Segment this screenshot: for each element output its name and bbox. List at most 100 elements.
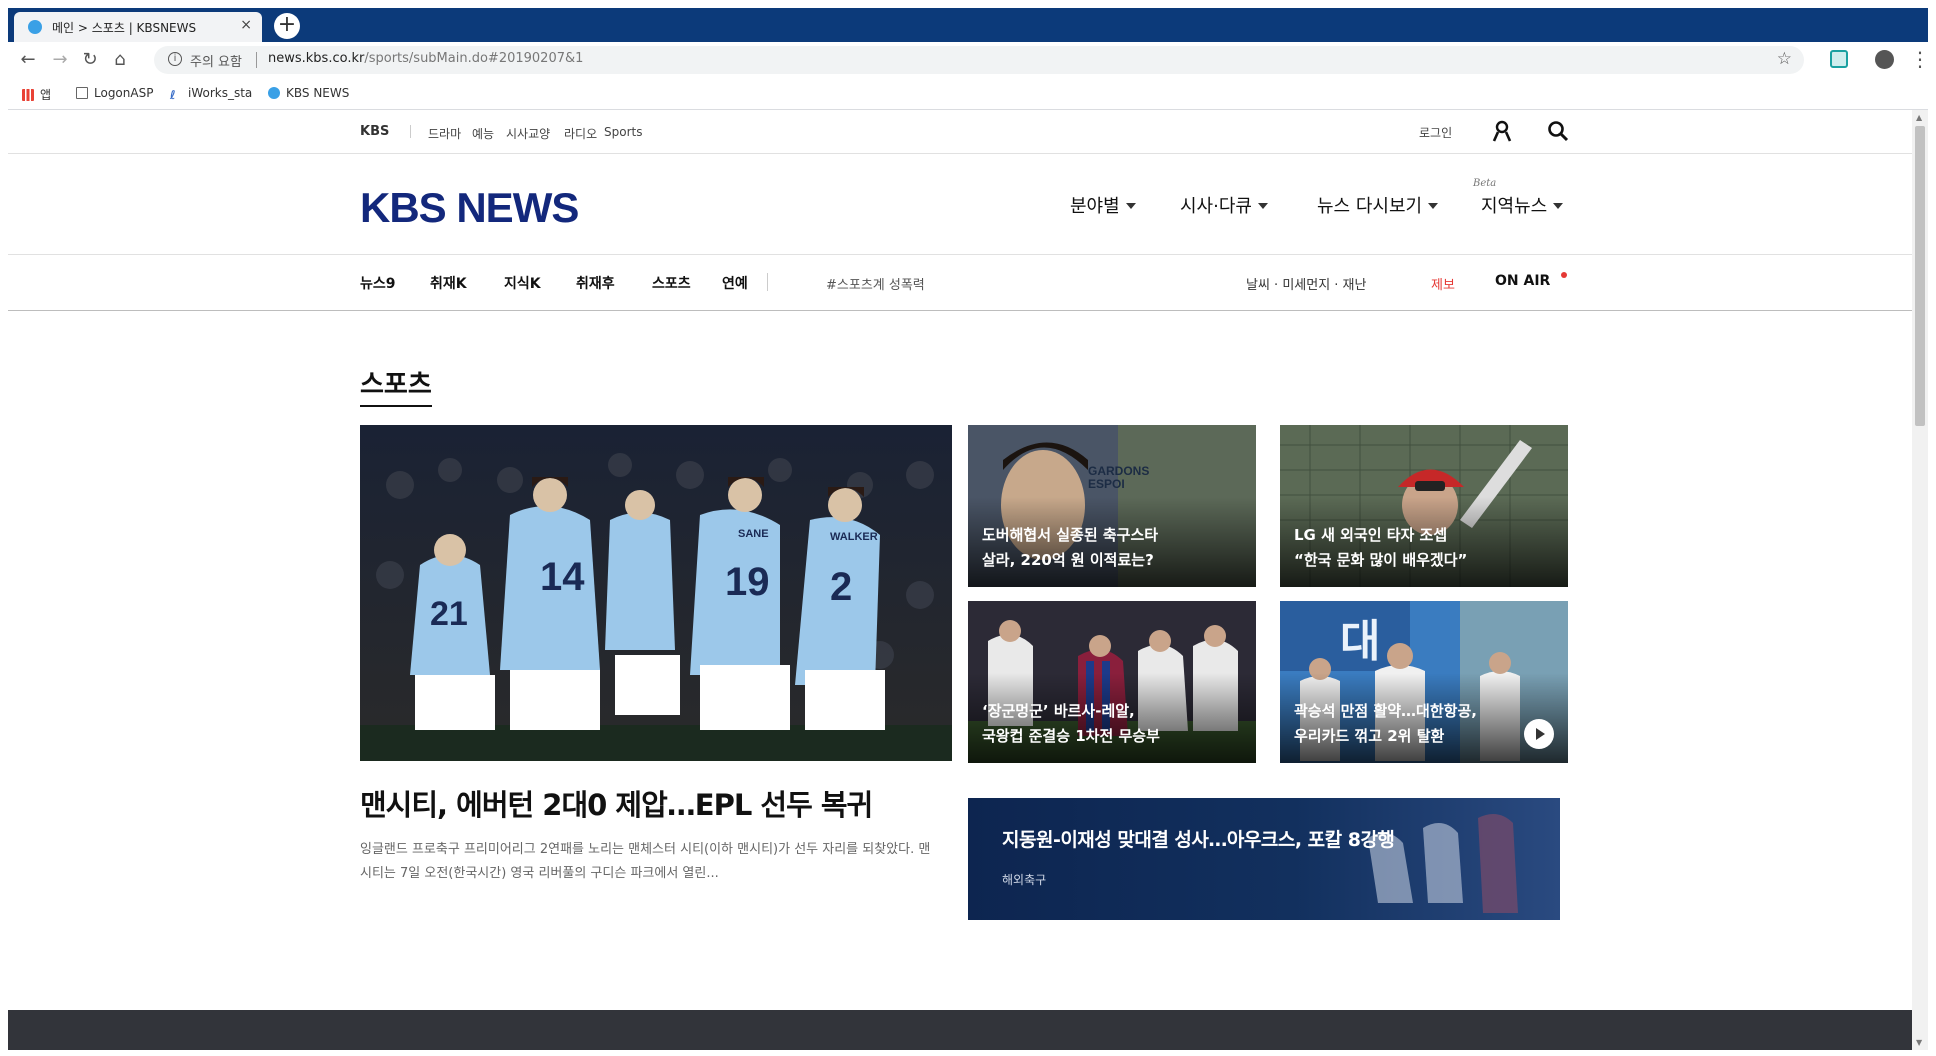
banner-title: 지동원-이재성 맞대결 성사…아우크스, 포칼 8강행	[1002, 829, 1395, 851]
subnav-sports[interactable]: 스포츠	[652, 273, 691, 293]
url-text[interactable]: news.kbs.co.kr/sports/subMain.do#2019020…	[268, 51, 583, 66]
background-banner-text: 대	[1340, 616, 1380, 667]
thumb-caption: ‘장군멍군’ 바르사-레알, 국왕컵 준결승 1차전 무승부	[982, 702, 1160, 745]
jersey-name: SANE	[738, 528, 769, 540]
util-link-entertainment[interactable]: 예능	[472, 125, 494, 142]
subnav-entertainment[interactable]: 연예	[722, 273, 748, 293]
login-link[interactable]: 로그인	[1419, 124, 1452, 141]
bookmark-iworks[interactable]: ℓ iWorks_sta	[170, 86, 252, 102]
omnibox-divider	[256, 52, 257, 68]
back-arrow-icon[interactable]: ←	[16, 48, 40, 72]
footer-band	[8, 1010, 1912, 1050]
subnav-divider	[767, 273, 768, 291]
banner-story[interactable]: 지동원-이재성 맞대결 성사…아우크스, 포칼 8강행 해외축구	[968, 798, 1560, 920]
news-thumb[interactable]: GARDONS ESPOI 도버해협서 실종된 축구스타 살라, 220억 원 이…	[968, 425, 1256, 587]
nav-category[interactable]: 분야별	[1070, 192, 1136, 218]
subnav-reporting-k[interactable]: 취재K	[430, 273, 467, 293]
banner-category: 해외축구	[1002, 873, 1047, 887]
caret-down-icon	[1428, 203, 1439, 209]
bookmarks-bar: 앱 LogonASP ℓ iWorks_sta KBS NEWS	[8, 78, 1928, 110]
thumb-caption: 도버해협서 실종된 축구스타 살라, 220억 원 이적료는?	[982, 526, 1159, 569]
subnav-hashtag[interactable]: #스포츠계 성폭력	[826, 274, 925, 293]
util-divider	[410, 125, 411, 138]
sub-navigation: 뉴스9 취재K 지식K 취재후 스포츠 연예 #스포츠계 성폭력 날씨 · 미세…	[8, 255, 1912, 311]
browser-tab[interactable]: 메인 > 스포츠 | KBSNEWS ×	[14, 12, 262, 42]
browser-menu-icon[interactable]: ⋮	[1910, 46, 1930, 72]
news-thumb[interactable]: LG 새 외국인 타자 조셉 “한국 문화 많이 배우겠다”	[1280, 425, 1568, 587]
new-tab-button[interactable]: +	[274, 13, 300, 39]
util-link-sports[interactable]: Sports	[604, 125, 642, 139]
football-players-image: 21 14 19 2 SANE WALKER	[360, 425, 952, 761]
bookmark-logonasp[interactable]: LogonASP	[76, 86, 153, 100]
jersey-name: WALKER	[830, 531, 878, 543]
kbs-news-logo[interactable]: KBS NEWS	[360, 184, 579, 232]
util-kbs-link[interactable]: KBS	[360, 124, 389, 139]
thumb-caption: LG 새 외국인 타자 조셉 “한국 문화 많이 배우겠다”	[1294, 526, 1468, 569]
subnav-after-reporting[interactable]: 취재후	[576, 273, 615, 293]
util-link-drama[interactable]: 드라마	[428, 125, 461, 142]
banner-background-image	[968, 798, 1560, 920]
nav-label: 분야별	[1070, 196, 1120, 217]
home-icon[interactable]: ⌂	[108, 48, 132, 72]
browser-window: 메인 > 스포츠 | KBSNEWS × + ← → ↻ ⌂ i 주의 요함 n…	[0, 0, 1936, 1056]
page-scrollbar[interactable]: ▲ ▼	[1912, 110, 1928, 1050]
bookmark-label: LogonASP	[94, 86, 154, 100]
browser-toolbar: ← → ↻ ⌂ i 주의 요함 news.kbs.co.kr/sports/su…	[8, 42, 1930, 78]
kbs-icon	[268, 87, 280, 99]
page-viewport: KBS 드라마 예능 시사교양 라디오 Sports 로그인 KBS NEWS …	[8, 110, 1912, 1050]
bookmark-star-icon[interactable]: ☆	[1777, 49, 1792, 69]
scroll-up-icon[interactable]: ▲	[1916, 113, 1922, 122]
subnav-knowledge-k[interactable]: 지식K	[504, 273, 541, 293]
close-tab-icon[interactable]: ×	[240, 17, 252, 33]
bookmark-apps[interactable]: 앱	[22, 86, 51, 103]
nav-label: 지역뉴스	[1481, 196, 1548, 217]
scrollbar-thumb[interactable]	[1915, 126, 1925, 426]
main-story-summary[interactable]: 잉글랜드 프로축구 프리미어리그 2연패를 노리는 맨체스터 시티(이하 맨시티…	[360, 838, 940, 886]
security-warning[interactable]: 주의 요함	[190, 51, 242, 70]
util-link-culture[interactable]: 시사교양	[506, 125, 550, 142]
section-title: 스포츠	[360, 364, 432, 407]
bookmark-kbs-news[interactable]: KBS NEWS	[268, 86, 349, 100]
scroll-down-icon[interactable]: ▼	[1916, 1038, 1922, 1047]
bookmark-label: 앱	[40, 88, 52, 102]
search-icon[interactable]	[1547, 120, 1569, 142]
news-thumb[interactable]: 대 곽승석 만점 활약…대한항공, 우리카드 꺾고 2위 탈환	[1280, 601, 1568, 763]
tab-bar: 메인 > 스포츠 | KBSNEWS × +	[8, 8, 1928, 42]
util-link-radio[interactable]: 라디오	[564, 125, 597, 142]
jersey-number: 21	[430, 595, 468, 633]
extension-icon[interactable]	[1830, 50, 1848, 68]
caret-down-icon	[1257, 203, 1268, 209]
nav-label: 뉴스 다시보기	[1317, 196, 1423, 217]
tip-link[interactable]: 제보	[1431, 274, 1455, 293]
page-icon	[76, 87, 88, 99]
nav-regional-news[interactable]: 지역뉴스	[1481, 192, 1564, 218]
main-header: KBS NEWS 분야별 시사·다큐 뉴스 다시보기 지역뉴스 Beta	[8, 154, 1912, 255]
jersey-number: 19	[725, 560, 770, 604]
nav-current-affairs[interactable]: 시사·다큐	[1180, 192, 1268, 218]
play-video-icon[interactable]	[1524, 719, 1554, 749]
main-story-photo[interactable]: 21 14 19 2 SANE WALKER	[360, 425, 952, 761]
live-dot-icon	[1561, 272, 1567, 278]
info-icon[interactable]: i	[168, 52, 182, 66]
main-story-headline[interactable]: 맨시티, 에버턴 2대0 제압…EPL 선두 복귀	[360, 782, 873, 824]
subnav-news9[interactable]: 뉴스9	[360, 273, 396, 293]
url-host: news.kbs.co.kr	[268, 51, 365, 66]
bookmark-label: KBS NEWS	[286, 86, 350, 100]
url-path: /sports/subMain.do#20190207&1	[364, 51, 584, 66]
address-bar[interactable]: i 주의 요함 news.kbs.co.kr/sports/subMain.do…	[154, 46, 1804, 74]
beta-badge: Beta	[1473, 178, 1497, 189]
profile-icon[interactable]	[1875, 50, 1894, 69]
thumb-caption: 곽승석 만점 활약…대한항공, 우리카드 꺾고 2위 탈환	[1294, 702, 1477, 745]
forward-arrow-icon[interactable]: →	[48, 48, 72, 72]
caret-down-icon	[1125, 203, 1136, 209]
tab-title: 메인 > 스포츠 | KBSNEWS	[52, 21, 197, 35]
jersey-number: 2	[830, 565, 852, 609]
reload-icon[interactable]: ↻	[78, 48, 102, 72]
weather-link[interactable]: 날씨 · 미세먼지 · 재난	[1246, 274, 1366, 293]
news-thumb[interactable]: ‘장군멍군’ 바르사-레알, 국왕컵 준결승 1차전 무승부	[968, 601, 1256, 763]
jersey-number: 14	[540, 555, 585, 599]
user-icon[interactable]	[1491, 120, 1513, 142]
kbs-favicon-icon	[28, 20, 42, 34]
nav-news-replay[interactable]: 뉴스 다시보기	[1317, 192, 1439, 218]
on-air-link[interactable]: ON AIR	[1495, 273, 1550, 289]
